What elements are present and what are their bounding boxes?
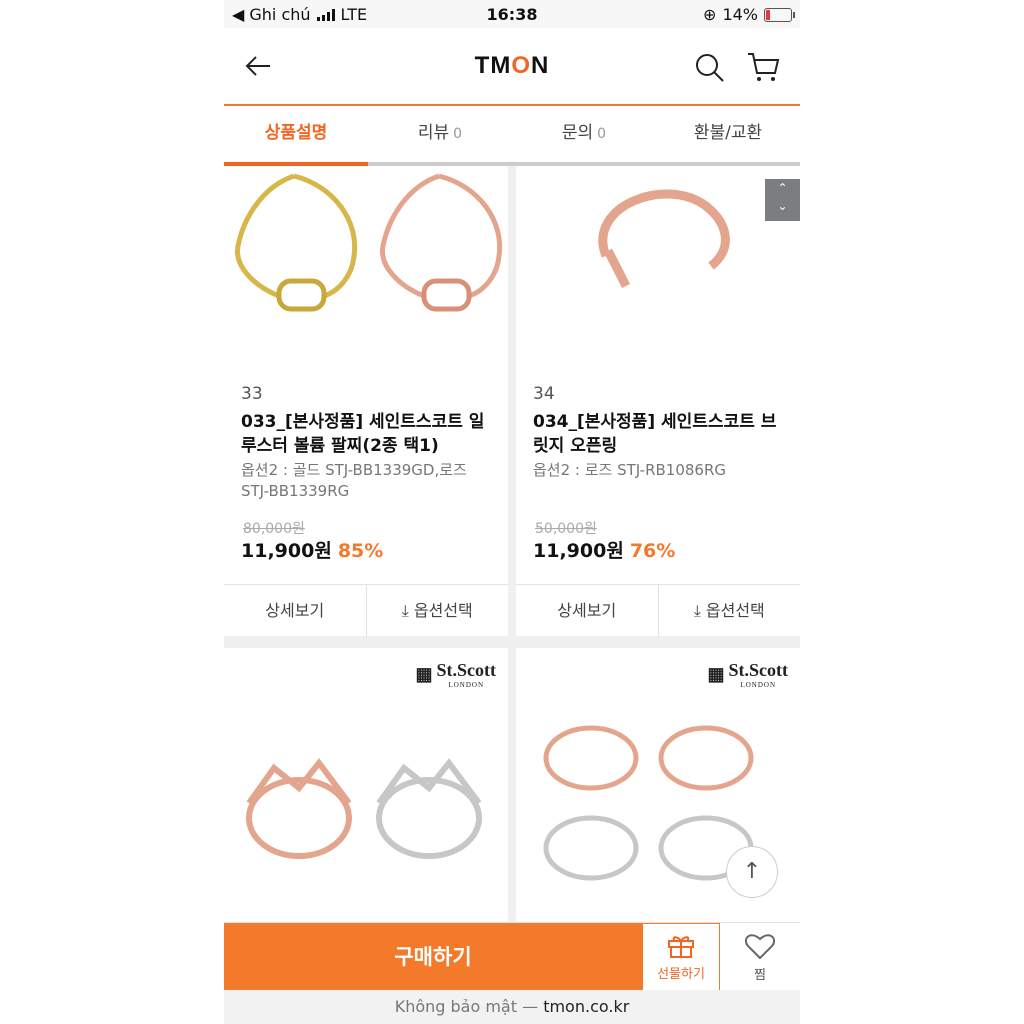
gift-label: 선물하기 (657, 967, 705, 982)
status-bar: ◀ Ghi chú LTE 16:38 ⊕ 14% (224, 0, 800, 28)
cart-icon[interactable] (746, 50, 780, 84)
original-price: 50,000원 (535, 521, 597, 537)
brand-name: St.Scott (728, 660, 789, 680)
tab-label: 문의 (561, 123, 594, 143)
chevron-down-icon: ⌄ (777, 199, 788, 213)
option-select-label: 옵션선택 (705, 601, 765, 620)
option-select-button[interactable]: ⤓ 옵션선택 (365, 585, 509, 637)
brand-text: St.Scott LONDON (437, 660, 497, 689)
bracelet-image (235, 173, 503, 312)
brand-logo: ▦ St.Scott LONDON (415, 660, 496, 689)
url-domain: tmon.co.kr (543, 997, 630, 1016)
security-warning: Không bảo mật — (394, 997, 539, 1016)
brand-mark-icon: ▦ (415, 664, 433, 684)
detail-button[interactable]: 상세보기 (516, 585, 658, 637)
tab-reviews[interactable]: 리뷰 0 (368, 106, 512, 162)
buy-button[interactable]: 구매하기 (224, 923, 642, 991)
download-icon: ⤓ (401, 601, 414, 620)
logo-part: N (530, 52, 550, 79)
sale-price: 11,900원 (241, 540, 332, 562)
battery-icon (764, 7, 795, 22)
product-title: 034_[본사정품] 세인트스코트 브릿지 오픈링 (533, 412, 777, 456)
scroll-to-top-button[interactable]: ↑ (726, 846, 778, 898)
product-grid: 33 033_[본사정품] 세인트스코트 일루스터 볼륨 팔찌(2종 택1) 옵… (224, 166, 800, 922)
product-number: 33 (241, 384, 263, 404)
original-price: 80,000원 (243, 521, 305, 537)
product-card[interactable]: ▦ St.Scott LONDON (224, 648, 508, 922)
option-select-button[interactable]: ⤓ 옵션선택 (657, 585, 801, 637)
orientation-lock-icon: ⊕ (703, 5, 717, 24)
heart-icon (744, 934, 776, 960)
product-card[interactable]: 34 034_[본사정품] 세인트스코트 브릿지 오픈링 옵션2 : 로즈 ST… (516, 166, 800, 637)
brand-text: St.Scott LONDON (729, 660, 789, 689)
battery-percent: 14% (722, 5, 758, 24)
sale-price-row: 11,900원 85% (241, 536, 383, 563)
download-icon: ⤓ (693, 601, 706, 620)
gift-icon (668, 936, 694, 958)
sale-price-row: 11,900원 76% (533, 536, 675, 563)
wish-label: 찜 (754, 968, 766, 983)
tab-label: 환불/교환 (693, 123, 763, 143)
discount-rate: 85% (337, 540, 384, 562)
product-option: 옵션2 : 로즈 STJ-RB1086RG (533, 461, 727, 479)
brand-sub: LONDON (740, 681, 777, 689)
status-right: ⊕ 14% (703, 5, 795, 24)
brand-mark-icon: ▦ (707, 664, 725, 684)
tab-inquiry[interactable]: 문의 0 (512, 106, 656, 162)
search-icon[interactable] (694, 52, 726, 84)
ring-image (598, 189, 730, 289)
product-number: 34 (533, 384, 555, 404)
logo-part: TM (474, 52, 512, 79)
chevron-up-icon: ⌃ (777, 181, 788, 195)
brand-sub: LONDON (448, 681, 485, 689)
wish-button[interactable]: 찜 (720, 923, 800, 991)
logo-part: O (511, 52, 531, 79)
scroll-nav-button[interactable]: ⌃ ⌄ (765, 179, 800, 221)
app-header: TMON (224, 28, 800, 106)
tab-count: 0 (453, 126, 463, 142)
detail-button[interactable]: 상세보기 (224, 585, 366, 637)
arrow-up-icon: ↑ (742, 859, 762, 884)
detail-tabs: 상품설명 리뷰 0 문의 0 환불/교환 (224, 106, 800, 166)
card-actions: 상세보기 ⤓ 옵션선택 (516, 584, 800, 637)
phone-screen: ◀ Ghi chú LTE 16:38 ⊕ 14% TMON 상품설명 리뷰 0 … (224, 0, 800, 1024)
card-actions: 상세보기 ⤓ 옵션선택 (224, 584, 508, 637)
tab-label: 리뷰 (417, 123, 450, 143)
product-option: 옵션2 : 골드 STJ-BB1339GD,로즈 STJ-BB1339RG (241, 461, 467, 500)
product-card[interactable]: 33 033_[본사정품] 세인트스코트 일루스터 볼륨 팔찌(2종 택1) 옵… (224, 166, 508, 637)
sale-price: 11,900원 (533, 540, 624, 562)
tab-refund[interactable]: 환불/교환 (656, 106, 800, 162)
brand-logo: ▦ St.Scott LONDON (707, 660, 788, 689)
tab-description[interactable]: 상품설명 (224, 106, 368, 166)
bottom-action-bar: 구매하기 선물하기 찜 (224, 922, 800, 991)
ring-image (246, 758, 482, 859)
gift-button[interactable]: 선물하기 (642, 923, 720, 991)
product-title: 033_[본사정품] 세인트스코트 일루스터 볼륨 팔찌(2종 택1) (241, 412, 485, 456)
discount-rate: 76% (629, 540, 676, 562)
tab-count: 0 (597, 126, 607, 142)
option-select-label: 옵션선택 (413, 601, 473, 620)
brand-name: St.Scott (436, 660, 497, 680)
browser-url-bar[interactable]: Không bảo mật — tmon.co.kr (224, 990, 800, 1024)
tab-label: 상품설명 (264, 123, 328, 143)
